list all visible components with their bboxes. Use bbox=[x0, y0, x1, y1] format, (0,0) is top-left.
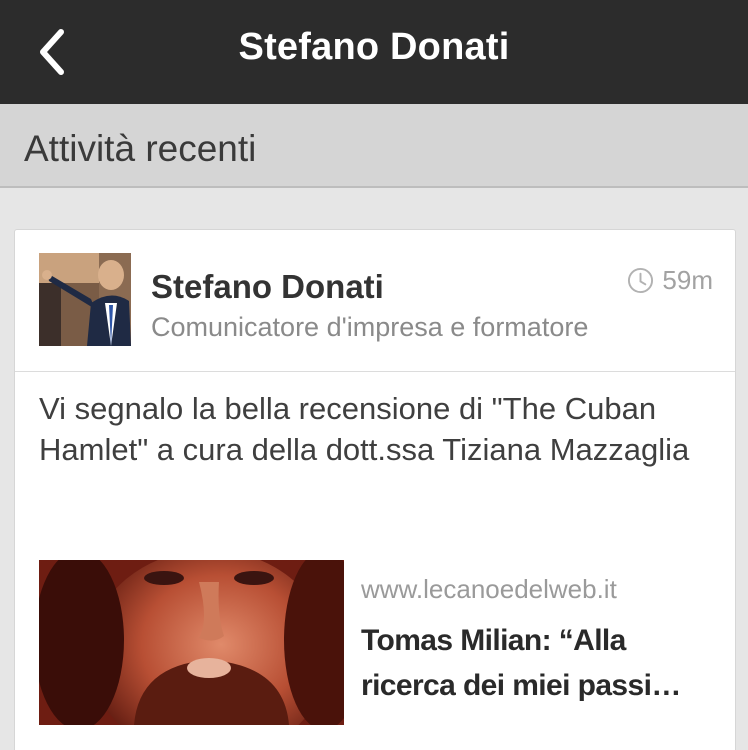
link-title: Tomas Milian: “Alla ricerca dei miei pas… bbox=[361, 618, 726, 708]
author-name[interactable]: Stefano Donati bbox=[151, 268, 384, 306]
activity-card: Stefano Donati Comunicatore d'impresa e … bbox=[14, 229, 736, 750]
time-label: 59m bbox=[662, 265, 713, 295]
link-thumbnail bbox=[39, 560, 344, 725]
section-title: Attività recenti bbox=[24, 128, 257, 169]
author-role: Comunicatore d'impresa e formatore bbox=[151, 312, 589, 342]
link-preview[interactable]: www.lecanoedelweb.it Tomas Milian: “Alla… bbox=[39, 560, 719, 725]
section-header: Attività recenti bbox=[0, 104, 748, 188]
page-title: Stefano Donati bbox=[238, 26, 510, 68]
link-title-line1: Tomas Milian: “Alla bbox=[361, 624, 626, 657]
post-time: 59m bbox=[627, 265, 713, 296]
avatar[interactable] bbox=[39, 253, 131, 346]
link-domain: www.lecanoedelweb.it bbox=[361, 574, 617, 604]
top-bar: Stefano Donati bbox=[0, 0, 748, 104]
post-header: Stefano Donati Comunicatore d'impresa e … bbox=[15, 230, 735, 372]
post-text: Vi segnalo la bella recensione di "The C… bbox=[39, 391, 690, 467]
link-title-line2: ricerca dei miei passi… bbox=[361, 669, 681, 702]
clock-icon bbox=[628, 267, 654, 294]
